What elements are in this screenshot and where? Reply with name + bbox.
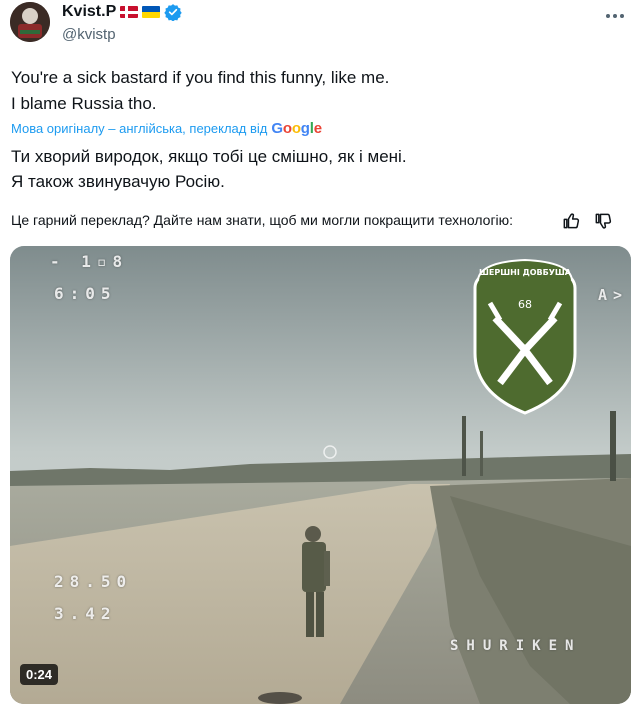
author-handle[interactable]: @kvistp: [62, 26, 116, 43]
google-logo: Google: [271, 120, 322, 137]
avatar[interactable]: [10, 2, 50, 42]
translated-line: Я також звинувачую Росію.: [11, 172, 225, 191]
author-display-name[interactable]: Kvist.P: [62, 3, 116, 21]
svg-text:68: 68: [518, 298, 532, 311]
unit-patch: 68 ШЕРШНІ ДОВБУША: [473, 258, 577, 415]
translation-attribution[interactable]: Мова оригіналу – англійська, переклад ві…: [11, 120, 322, 137]
tweet-text: You're a sick bastard if you find this f…: [11, 65, 631, 117]
translated-line: Ти хворий виродок, якщо тобі це смішно, …: [11, 147, 407, 166]
video-duration: 0:24: [20, 664, 59, 685]
osd-readout: SHURIKEN: [450, 638, 582, 654]
video-player[interactable]: 68 ШЕРШНІ ДОВБУША - 1▫8 6:05 A> 28.50 3.…: [10, 246, 631, 704]
tweet-header: Kvist.P @kvistp: [0, 0, 641, 56]
denmark-flag-icon: [120, 6, 139, 18]
author-name-row: Kvist.P: [62, 3, 182, 21]
translation-attribution-text: Мова оригіналу – англійська, переклад ві…: [11, 121, 268, 136]
tweet-line: You're a sick bastard if you find this f…: [11, 68, 390, 87]
svg-text:ШЕРШНІ ДОВБУША: ШЕРШНІ ДОВБУША: [479, 268, 572, 277]
translation-feedback-prompt: Це гарний переклад? Дайте нам знати, щоб…: [11, 212, 514, 228]
thumbs-down-icon[interactable]: [593, 211, 613, 231]
video-frame: 68 ШЕРШНІ ДОВБУША: [10, 246, 631, 704]
osd-readout: 28.50: [54, 572, 133, 591]
tweet-line: I blame Russia tho.: [11, 94, 157, 113]
osd-readout: - 1▫8: [50, 252, 129, 271]
osd-readout: 6:05: [54, 284, 117, 303]
ukraine-flag-icon: [142, 6, 161, 18]
translated-text: Ти хворий виродок, якщо тобі це смішно, …: [11, 144, 631, 194]
verified-badge-icon: [164, 4, 182, 21]
thumbs-up-icon[interactable]: [561, 211, 581, 231]
more-options-icon[interactable]: [600, 8, 630, 24]
osd-readout: 3.42: [54, 604, 117, 623]
osd-readout: A>: [598, 286, 629, 304]
